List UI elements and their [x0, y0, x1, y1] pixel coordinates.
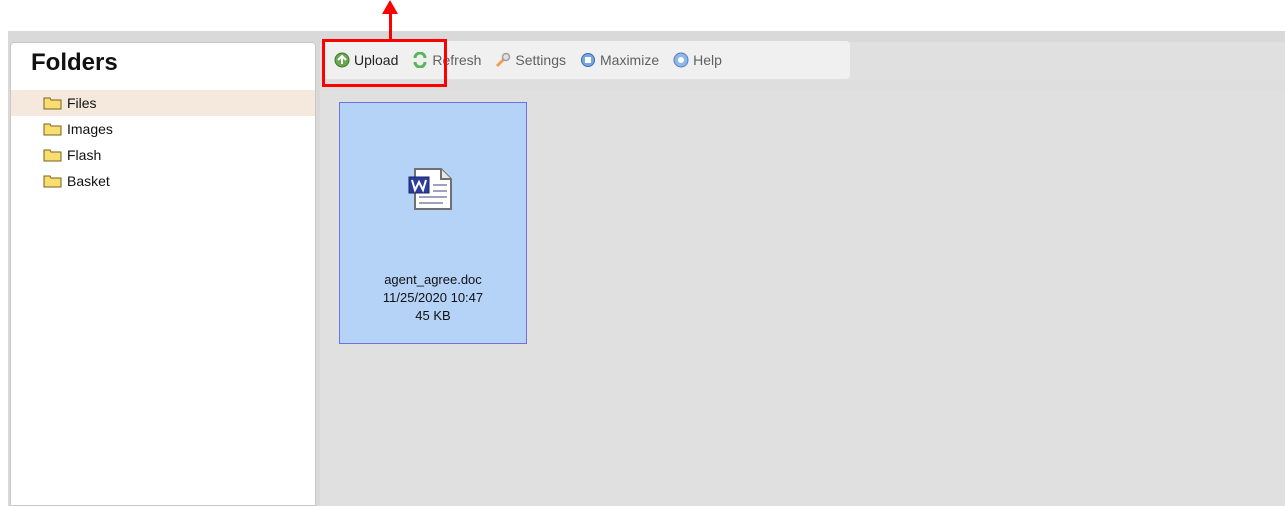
- folder-icon: [43, 123, 62, 136]
- toolbar-divider: [320, 80, 1285, 90]
- folder-item-images[interactable]: Images: [11, 116, 315, 142]
- folders-panel: Folders Files Images Flash Basket: [10, 42, 316, 506]
- upload-highlight-box: [322, 39, 447, 87]
- folder-list: Files Images Flash Basket: [11, 90, 315, 194]
- file-name: agent_agree.doc: [384, 272, 482, 287]
- folder-label: Images: [67, 121, 113, 137]
- file-size: 45 KB: [415, 308, 451, 323]
- folder-icon: [43, 175, 62, 188]
- folders-title: Folders: [31, 49, 118, 76]
- folder-label: Files: [67, 95, 97, 111]
- folder-label: Flash: [67, 147, 102, 163]
- file-meta: agent_agree.doc 11/25/2020 10:47 45 KB: [340, 271, 526, 325]
- folder-item-basket[interactable]: Basket: [11, 168, 315, 194]
- folder-item-files[interactable]: Files: [11, 90, 315, 116]
- annotation-arrow-head: [382, 0, 398, 14]
- folder-label: Basket: [67, 173, 110, 189]
- maximize-icon: [581, 53, 595, 67]
- file-modified: 11/25/2020 10:47: [382, 290, 484, 305]
- file-tile[interactable]: agent_agree.doc 11/25/2020 10:47 45 KB: [339, 102, 527, 344]
- annotation-arrow-line: [389, 12, 392, 40]
- settings-label: Settings: [515, 52, 566, 68]
- word-document-icon: [408, 168, 452, 210]
- help-label: Help: [693, 52, 722, 68]
- help-button[interactable]: Help: [673, 48, 722, 72]
- maximize-button[interactable]: Maximize: [580, 48, 659, 72]
- folder-item-flash[interactable]: Flash: [11, 142, 315, 168]
- maximize-label: Maximize: [600, 52, 660, 68]
- wrench-icon: [496, 52, 511, 68]
- folder-icon: [43, 149, 62, 162]
- help-icon: [673, 52, 689, 68]
- settings-button[interactable]: Settings: [495, 48, 566, 72]
- folder-icon: [43, 97, 62, 110]
